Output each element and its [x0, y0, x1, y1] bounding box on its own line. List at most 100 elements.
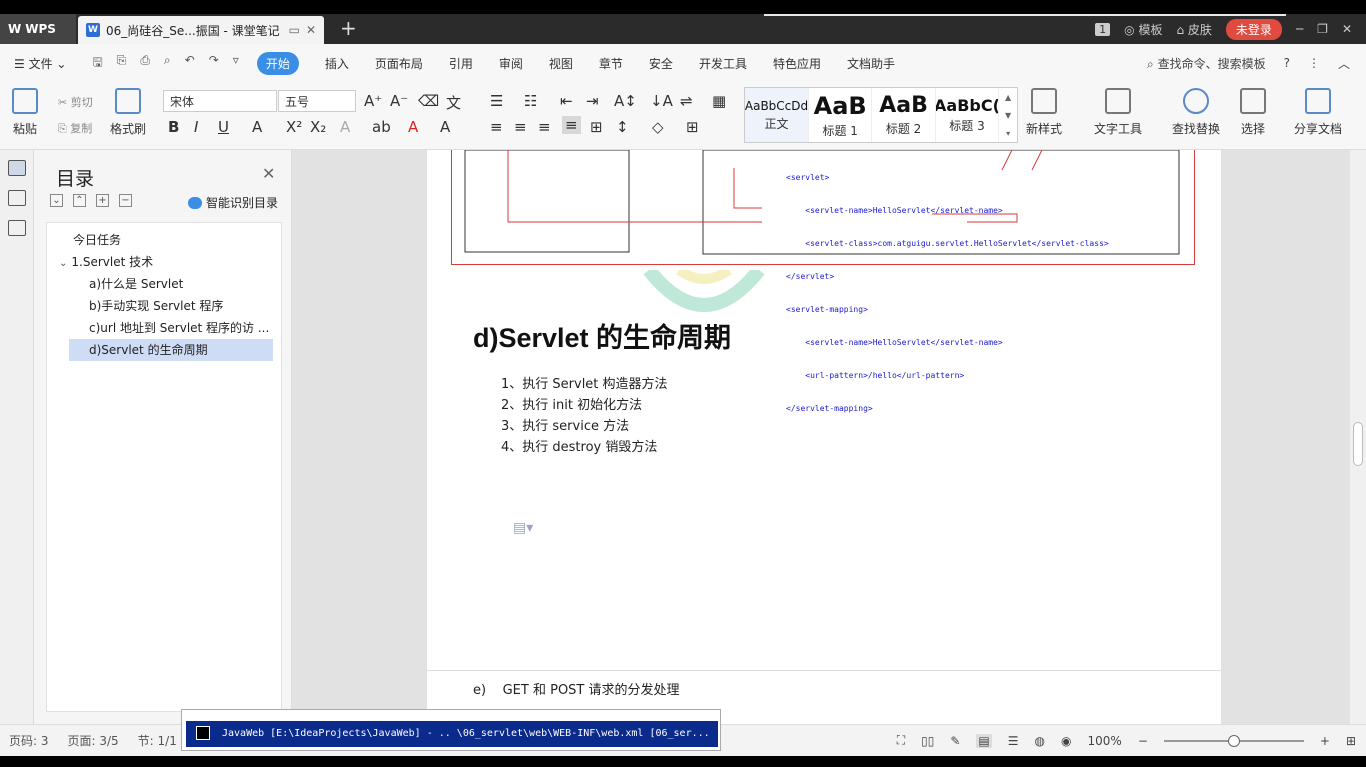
file-menu[interactable]: ☰ 文件 ⌄ [14, 55, 66, 72]
table-insert-icon[interactable]: ▦ [712, 92, 726, 110]
highlight-icon[interactable]: ab [372, 118, 391, 136]
eye-protection-icon[interactable]: ◉ [1061, 734, 1071, 748]
toc-item[interactable]: 今日任务 [47, 229, 281, 251]
clear-format-icon[interactable]: ⌫ [418, 92, 439, 110]
toc-item[interactable]: a)什么是 Servlet [47, 273, 281, 295]
zoom-slider[interactable] [1163, 734, 1304, 747]
bold-icon[interactable]: B [168, 118, 179, 136]
toc-item-selected[interactable]: d)Servlet 的生命周期 [69, 339, 273, 361]
menu-references[interactable]: 引用 [449, 55, 473, 72]
undo-icon[interactable]: ↶ [185, 53, 195, 74]
borders-icon[interactable]: ⊞ [686, 118, 699, 136]
web-view-icon[interactable]: ◍ [1035, 734, 1045, 748]
close-window-icon[interactable]: ✕ [1342, 22, 1352, 36]
command-search[interactable]: ⌕ 查找命令、搜索模板 [1147, 55, 1266, 72]
distribute-icon[interactable]: ⊞ [590, 118, 603, 136]
templates-button[interactable]: ◎ 模板 [1124, 21, 1162, 38]
collapse-all-icon[interactable]: − [119, 194, 132, 207]
taskbar-preview-tooltip[interactable]: JavaWeb [E:\IdeaProjects\JavaWeb] - .. \… [181, 709, 721, 751]
share-document-button[interactable]: 分享文档 [1294, 88, 1342, 137]
italic-icon[interactable]: I [194, 118, 198, 136]
customize-icon[interactable]: ▿ [233, 53, 239, 74]
redo-icon[interactable]: ↷ [209, 53, 219, 74]
fullscreen-icon[interactable]: ⛶ [897, 733, 905, 748]
expand-gallery-icon[interactable]: ▾ [1006, 129, 1010, 138]
numbered-list-icon[interactable]: ☷ [524, 92, 537, 110]
save-icon[interactable]: 🖫 [92, 53, 102, 74]
new-tab-icon[interactable]: + [340, 16, 357, 40]
skin-button[interactable]: ⌂ 皮肤 [1176, 21, 1211, 38]
zoom-out-icon[interactable]: − [1138, 734, 1148, 748]
vertical-scrollbar[interactable] [1350, 150, 1366, 724]
find-replace-button[interactable]: 查找替换 [1172, 88, 1220, 137]
toc-panel-icon[interactable] [7, 160, 26, 176]
wps-home-tab[interactable]: W WPS [0, 14, 76, 44]
scroll-up-icon[interactable]: ▲ [1005, 93, 1011, 102]
font-size-select[interactable]: 五号 [278, 90, 356, 112]
toc-item[interactable]: c)url 地址到 Servlet 程序的访 ... [47, 317, 281, 339]
increase-indent-icon[interactable]: ⇥ [586, 92, 599, 110]
cut-button[interactable]: ✂ 剪切 [58, 94, 93, 110]
grow-font-icon[interactable]: A⁺ [364, 92, 382, 110]
shrink-font-icon[interactable]: A⁻ [390, 92, 408, 110]
line-spacing-icon[interactable]: ↕ [616, 118, 629, 136]
align-right-icon[interactable]: ≡ [538, 118, 551, 136]
scroll-down-icon[interactable]: ▼ [1005, 111, 1011, 120]
export-icon[interactable]: ⎘ [117, 53, 127, 74]
more-icon[interactable]: ⋮ [1308, 56, 1320, 70]
scrollbar-thumb[interactable] [1353, 422, 1363, 466]
style-normal[interactable]: AaBbCcDd 正文 [745, 88, 809, 142]
align-left-icon[interactable]: ≡ [490, 118, 503, 136]
tab-close-icon[interactable]: ✕ [306, 23, 316, 37]
shading-icon[interactable]: ◇ [652, 118, 664, 136]
edit-icon[interactable]: ✎ [950, 734, 960, 748]
reading-mode-icon[interactable]: ▯▯ [921, 734, 934, 748]
paragraph-icon[interactable]: ⇌ [680, 92, 693, 110]
zoom-slider-knob[interactable] [1227, 734, 1240, 747]
copy-button[interactable]: ⎘ 复制 [58, 120, 92, 136]
smart-toc-button[interactable]: 智能识别目录 [188, 194, 278, 211]
style-heading-3[interactable]: AaBbC( 标题 3 [936, 88, 1000, 142]
style-heading-2[interactable]: AaB 标题 2 [872, 88, 936, 142]
menu-review[interactable]: 审阅 [499, 55, 523, 72]
close-icon[interactable]: ✕ [262, 164, 275, 183]
restore-icon[interactable]: ❐ [1317, 22, 1328, 36]
fit-icon[interactable]: ⊞ [1346, 734, 1356, 748]
phonetic-icon[interactable]: 文 [446, 92, 461, 113]
paste-button[interactable]: 粘贴 [12, 88, 38, 137]
menu-security[interactable]: 安全 [649, 55, 673, 72]
print-preview-icon[interactable]: ⌕ [164, 53, 171, 74]
collapse-up-icon[interactable]: ⌃ [73, 194, 86, 207]
underline-icon[interactable]: U [218, 118, 229, 136]
expand-down-icon[interactable]: ⌄ [50, 194, 63, 207]
menu-home[interactable]: 开始 [256, 51, 299, 75]
print-icon[interactable]: ⎙ [140, 53, 150, 74]
menu-chapter[interactable]: 章节 [599, 55, 623, 72]
help-icon[interactable]: ? [1284, 56, 1290, 70]
login-button[interactable]: 未登录 [1225, 18, 1282, 40]
paste-options-icon[interactable]: ▤▾ [513, 520, 533, 536]
text-effect-icon[interactable]: A [340, 118, 350, 136]
zoom-in-icon[interactable]: + [1320, 734, 1330, 748]
sort-icon[interactable]: ↓A [650, 92, 673, 110]
menu-insert[interactable]: 插入 [325, 55, 349, 72]
strikethrough-icon[interactable]: A [252, 118, 262, 136]
new-style-button[interactable]: 新样式 [1026, 88, 1062, 137]
format-painter-button[interactable]: 格式刷 [110, 88, 146, 137]
font-color-icon[interactable]: A [408, 118, 418, 136]
justify-icon[interactable]: ≡ [562, 116, 581, 134]
select-button[interactable]: 选择 [1240, 88, 1266, 137]
style-heading-1[interactable]: AaB 标题 1 [809, 88, 873, 142]
menu-page-layout[interactable]: 页面布局 [375, 55, 423, 72]
menu-developer[interactable]: 开发工具 [699, 55, 747, 72]
expand-all-icon[interactable]: + [96, 194, 109, 207]
bookmark-panel-icon[interactable] [7, 220, 26, 236]
minimize-icon[interactable]: ─ [1296, 22, 1303, 36]
tab-window-icon[interactable]: ▭ [289, 23, 300, 37]
toc-item[interactable]: b)手动实现 Servlet 程序 [47, 295, 281, 317]
menu-features[interactable]: 特色应用 [773, 55, 821, 72]
menu-view[interactable]: 视图 [549, 55, 573, 72]
zoom-level[interactable]: 100% [1088, 734, 1122, 748]
document-page[interactable]: <servlet> <servlet-name>HelloServlet</se… [427, 150, 1221, 670]
text-direction-icon[interactable]: A↕ [614, 92, 637, 110]
